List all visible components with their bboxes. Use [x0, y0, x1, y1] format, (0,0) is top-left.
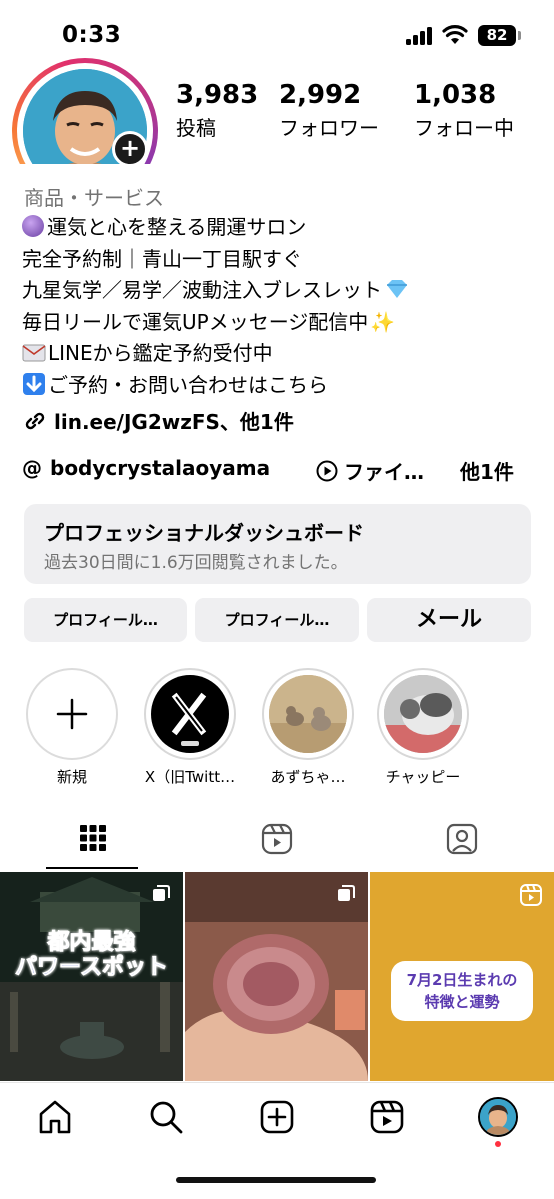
highlight-label: あずちゃ…: [270, 768, 346, 786]
reels-tab-icon[interactable]: [261, 823, 293, 855]
highlight-new[interactable]: 新規: [24, 668, 120, 787]
profile-nav-avatar[interactable]: [478, 1097, 518, 1137]
bio-line: LINEから鑑定予約受付中: [22, 338, 410, 370]
kittens-photo: [269, 675, 347, 753]
profile-link[interactable]: lin.ee/JG2wzFS、他1件: [22, 406, 294, 435]
followers-label: フォロワー: [279, 116, 379, 140]
wifi-icon: [442, 25, 468, 44]
active-tab-indicator: [46, 867, 138, 869]
x-logo-icon: [151, 675, 229, 753]
link-icon: [25, 412, 45, 429]
highlight-label: 新規: [56, 768, 87, 786]
crystal-ball-icon: [22, 215, 44, 237]
profile-link-text: lin.ee/JG2wzFS、他1件: [54, 410, 294, 434]
posts-count: 3,983: [176, 80, 259, 110]
reels-icon[interactable]: [369, 1099, 405, 1135]
status-bar: 0:33 82: [0, 0, 554, 66]
threads-handle[interactable]: bodycrystalaoyama: [50, 456, 270, 480]
highlight-chappy[interactable]: チャッピー: [375, 668, 471, 787]
highlight-azu[interactable]: あずちゃ…: [260, 668, 356, 787]
posts-stat[interactable]: 3,983 投稿: [176, 80, 258, 144]
bio-line: 九星気学／易学／波動注入ブレスレット: [22, 275, 410, 307]
bio-line: 完全予約制｜青山一丁目駅すぐ: [22, 244, 410, 276]
sparkles-icon: ✨: [370, 309, 396, 334]
notification-dot: [495, 1141, 501, 1147]
email-button[interactable]: メール: [367, 598, 531, 642]
add-story-button[interactable]: +: [112, 131, 148, 167]
bio-text: 毎日リールで運気UPメッセージ配信中: [22, 309, 369, 334]
followers-count: 2,992: [279, 80, 362, 110]
post-tile[interactable]: 都内最強 パワースポット: [0, 872, 183, 1081]
envelope-icon: [22, 344, 46, 362]
bio-text: ご予約・お問い合わせはこちら: [48, 372, 328, 397]
reel-icon: [520, 884, 542, 906]
threads-extra-link[interactable]: ファイ…: [344, 456, 424, 485]
posts-grid: 都内最強 パワースポット 7月2日生まれの 特徴と運勢: [0, 872, 554, 1081]
tagged-tab-icon[interactable]: [446, 823, 478, 855]
cat-photo: [384, 675, 462, 753]
following-stat[interactable]: 1,038 フォロー中: [414, 80, 514, 144]
following-count: 1,038: [414, 80, 497, 110]
battery-tip: [518, 31, 521, 40]
bio-text: 完全予約制｜青山一丁目駅すぐ: [22, 246, 302, 271]
threads-icon: @: [22, 456, 42, 480]
highlight-x[interactable]: X（旧Twitt…: [142, 668, 238, 787]
following-label: フォロー中: [414, 116, 514, 140]
search-icon[interactable]: [148, 1099, 184, 1135]
highlight-label: X（旧Twitt…: [144, 768, 236, 786]
post-tile[interactable]: [185, 872, 368, 1081]
down-arrow-icon: [23, 372, 45, 395]
bio-text: 九星気学／易学／波動注入ブレスレット: [22, 278, 382, 302]
posts-label: 投稿: [176, 116, 216, 140]
post-caption: 7月2日生まれの 特徴と運勢: [391, 961, 533, 1021]
dashboard-title: プロフェッショナルダッシュボード: [44, 521, 364, 545]
plus-icon: [56, 698, 88, 730]
bio-text: 運気と心を整える開運サロン: [47, 215, 307, 239]
bio-line: 運気と心を整える開運サロン: [22, 212, 410, 244]
bio-line: ご予約・お問い合わせはこちら: [22, 370, 410, 402]
play-circle-icon: [316, 460, 338, 482]
profile-bio: 運気と心を整える開運サロン 完全予約制｜青山一丁目駅すぐ 九星気学／易学／波動注…: [22, 212, 410, 401]
create-post-icon[interactable]: [259, 1099, 295, 1135]
profile-tabs: [0, 812, 554, 872]
carousel-icon: [153, 885, 170, 901]
highlight-label: チャッピー: [385, 768, 461, 786]
gem-icon: [387, 280, 407, 298]
bio-text: LINEから鑑定予約受付中: [48, 341, 273, 365]
status-time: 0:33: [62, 22, 122, 48]
post-caption: 都内最強 パワースポット: [15, 930, 169, 981]
profile-category: 商品・サービス: [24, 186, 164, 210]
followers-stat[interactable]: 2,992 フォロワー: [279, 80, 379, 144]
profile-action-button-1[interactable]: プロフィール…: [24, 598, 187, 642]
home-indicator: [176, 1177, 376, 1183]
professional-dashboard[interactable]: プロフェッショナルダッシュボード 過去30日間に1.6万回閲覧されました。: [24, 504, 531, 584]
home-icon[interactable]: [37, 1099, 73, 1135]
threads-more-link[interactable]: 他1件: [460, 456, 514, 485]
grid-icon[interactable]: [79, 824, 107, 852]
bio-line: 毎日リールで運気UPメッセージ配信中 ✨: [22, 307, 410, 339]
dashboard-subtitle: 過去30日間に1.6万回閲覧されました。: [44, 553, 348, 573]
threads-row: @ bodycrystalaoyama ファイ… 他1件: [22, 456, 532, 488]
carousel-icon: [338, 885, 355, 901]
post-tile[interactable]: 7月2日生まれの 特徴と運勢: [370, 872, 554, 1081]
cellular-signal-icon: [406, 27, 434, 45]
battery-indicator: 82: [478, 25, 516, 46]
profile-action-button-2[interactable]: プロフィール…: [195, 598, 359, 642]
